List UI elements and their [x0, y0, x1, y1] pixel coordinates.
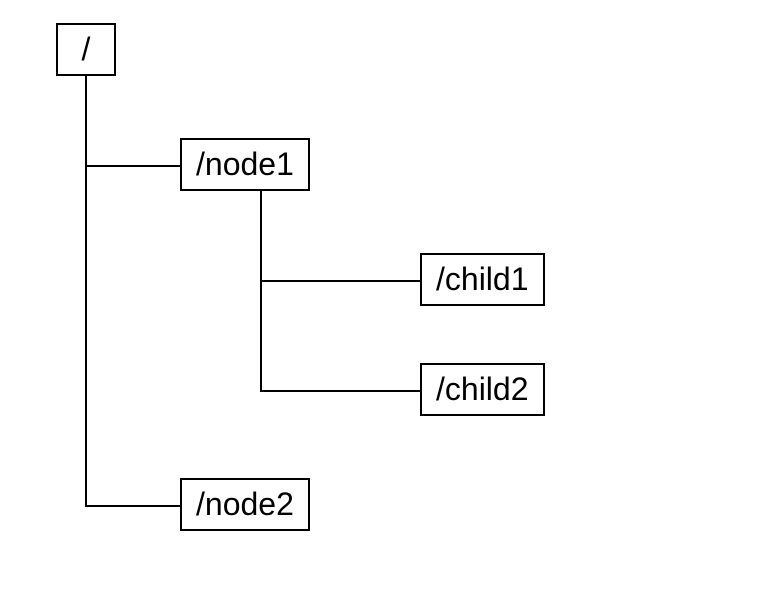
tree-connector-to-child1	[260, 280, 420, 282]
node-label: /child1	[436, 261, 529, 297]
tree-node-node1: /node1	[180, 138, 310, 191]
node-label: /node2	[196, 486, 294, 522]
tree-connector-node1-vertical	[260, 190, 262, 390]
tree-node-child1: /child1	[420, 253, 545, 306]
tree-connector-to-child2	[260, 390, 420, 392]
node-label: /child2	[436, 371, 529, 407]
node-label: /	[82, 31, 91, 67]
node-label: /node1	[196, 146, 294, 182]
tree-node-child2: /child2	[420, 363, 545, 416]
tree-node-root: /	[56, 23, 116, 76]
tree-connector-root-vertical	[85, 75, 87, 505]
tree-connector-to-node2	[85, 505, 180, 507]
tree-connector-to-node1	[85, 165, 180, 167]
tree-node-node2: /node2	[180, 478, 310, 531]
